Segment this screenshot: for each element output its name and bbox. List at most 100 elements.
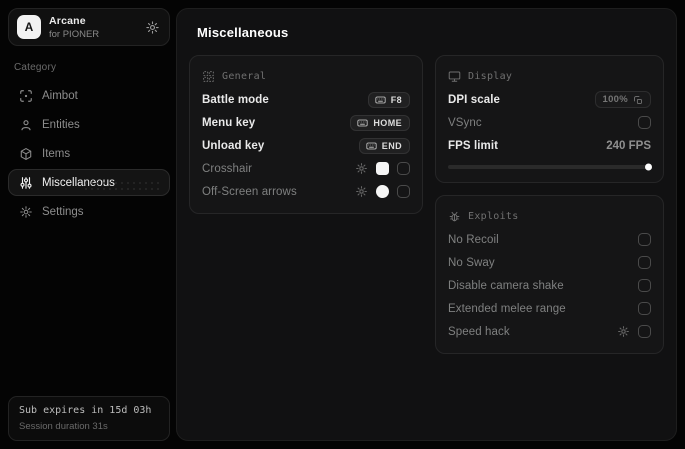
- setting-label: Battle mode: [202, 93, 269, 106]
- scaling-icon: [633, 95, 643, 105]
- display-card-header: Display: [448, 66, 651, 86]
- sidebar-item-label: Items: [42, 147, 71, 160]
- sidebar-item-label: Entities: [42, 118, 80, 131]
- subscription-card: Sub expires in 15d 03h Session duration …: [8, 396, 170, 441]
- fps-limit-slider[interactable]: [448, 162, 652, 172]
- setting-row-disable-camera-shake: Disable camera shake: [448, 274, 651, 297]
- display-card-title: Display: [468, 70, 513, 82]
- keybind-value: HOME: [373, 117, 402, 128]
- setting-row-unload-key: Unload key END: [202, 134, 410, 157]
- gear-icon: [19, 205, 33, 219]
- keybind-badge-unload-key[interactable]: END: [358, 137, 410, 154]
- config-gear-icon[interactable]: [617, 325, 630, 338]
- sidebar-item-label: Miscellaneous: [42, 176, 115, 189]
- setting-label: DPI scale: [448, 93, 501, 106]
- sidebar-item-miscellaneous[interactable]: Miscellaneous: [8, 169, 170, 196]
- setting-label: Menu key: [202, 116, 256, 129]
- left-column: General Battle mode F8 Menu key HOME Unl…: [189, 55, 423, 214]
- app-logo: A: [17, 15, 41, 39]
- gear-icon: [145, 20, 160, 35]
- keybind-badge-battle-mode[interactable]: F8: [367, 91, 410, 108]
- setting-label: No Sway: [448, 256, 495, 269]
- setting-label: Crosshair: [202, 162, 253, 175]
- setting-row-crosshair: Crosshair: [202, 157, 410, 180]
- general-card-title: General: [222, 70, 267, 82]
- keybind-value: END: [381, 140, 402, 151]
- setting-row-extended-melee-range: Extended melee range: [448, 297, 651, 320]
- exploits-card: Exploits No Recoil No Sway Disable camer…: [435, 195, 664, 354]
- speed-hack-checkbox[interactable]: [638, 325, 651, 338]
- category-label: Category: [14, 62, 57, 73]
- sub-expiry-text: Sub expires in 15d 03h: [19, 405, 152, 416]
- sidebar-nav: Aimbot Entities Items Miscellaneous Sett…: [8, 82, 170, 227]
- bug-icon: [448, 210, 461, 223]
- sidebar-item-settings[interactable]: Settings: [8, 198, 170, 225]
- setting-row-dpi-scale: DPI scale 100%: [448, 88, 651, 111]
- app-name: Arcane: [49, 14, 86, 27]
- display-card: Display DPI scale 100% VSync FPS limit 2…: [435, 55, 664, 183]
- row-controls: [617, 325, 651, 338]
- vsync-checkbox[interactable]: [638, 116, 651, 129]
- offscreen-arrows-checkbox[interactable]: [397, 185, 410, 198]
- session-duration-text: Session duration 31s: [19, 421, 108, 432]
- app-header-card: A Arcane for PIONER: [8, 8, 170, 46]
- sidebar-item-aimbot[interactable]: Aimbot: [8, 82, 170, 109]
- setting-row-no-recoil: No Recoil: [448, 228, 651, 251]
- setting-row-fps-limit: FPS limit 240 FPS: [448, 134, 651, 157]
- package-icon: [19, 147, 33, 161]
- slider-track: [448, 163, 652, 171]
- crosshair-icon: [19, 89, 33, 103]
- main-panel: Miscellaneous General Battle mode F8 Men…: [176, 8, 677, 441]
- sidebar-item-items[interactable]: Items: [8, 140, 170, 167]
- color-swatch[interactable]: [376, 185, 389, 198]
- setting-row-battle-mode: Battle mode F8: [202, 88, 410, 111]
- general-card: General Battle mode F8 Menu key HOME Unl…: [189, 55, 423, 214]
- setting-label: Extended melee range: [448, 302, 566, 315]
- keyboard-icon: [366, 142, 377, 150]
- keyboard-icon: [375, 96, 386, 104]
- dpi-value: 100%: [602, 94, 628, 105]
- sidebar: A Arcane for PIONER Category Aimbot Enti…: [8, 8, 170, 441]
- crosshair-checkbox[interactable]: [397, 162, 410, 175]
- sliders-icon: [19, 176, 33, 190]
- app-window: A Arcane for PIONER Category Aimbot Enti…: [0, 0, 685, 449]
- sidebar-item-label: Settings: [42, 205, 84, 218]
- setting-row-speed-hack: Speed hack: [448, 320, 651, 343]
- setting-label: Speed hack: [448, 325, 510, 338]
- header-settings-button[interactable]: [143, 18, 161, 36]
- config-gear-icon[interactable]: [355, 185, 368, 198]
- setting-label: Unload key: [202, 139, 265, 152]
- row-controls: [355, 185, 410, 198]
- sidebar-item-entities[interactable]: Entities: [8, 111, 170, 138]
- color-swatch[interactable]: [376, 162, 389, 175]
- keybind-badge-menu-key[interactable]: HOME: [350, 114, 410, 131]
- setting-label: VSync: [448, 116, 482, 129]
- keybind-value: F8: [390, 94, 402, 105]
- no-sway-checkbox[interactable]: [638, 256, 651, 269]
- right-column: Display DPI scale 100% VSync FPS limit 2…: [435, 55, 664, 354]
- person-icon: [19, 118, 33, 132]
- sidebar-item-label: Aimbot: [42, 89, 78, 102]
- keyboard-icon: [357, 119, 368, 127]
- setting-row-menu-key: Menu key HOME: [202, 111, 410, 134]
- fps-limit-value: 240 FPS: [606, 139, 651, 152]
- extended-melee-range-checkbox[interactable]: [638, 302, 651, 315]
- page-title: Miscellaneous: [197, 25, 289, 40]
- monitor-icon: [448, 70, 461, 83]
- app-titles: Arcane for PIONER: [49, 15, 135, 40]
- content-columns: General Battle mode F8 Menu key HOME Unl…: [189, 55, 664, 354]
- disable-camera-shake-checkbox[interactable]: [638, 279, 651, 292]
- setting-row-no-sway: No Sway: [448, 251, 651, 274]
- row-controls: [355, 162, 410, 175]
- setting-row-vsync: VSync: [448, 111, 651, 134]
- slider-knob[interactable]: [645, 163, 652, 171]
- no-recoil-checkbox[interactable]: [638, 233, 651, 246]
- dpi-scale-badge[interactable]: 100%: [594, 91, 651, 108]
- setting-row-offscreen-arrows: Off-Screen arrows: [202, 180, 410, 203]
- setting-label: FPS limit: [448, 139, 499, 152]
- exploits-card-header: Exploits: [448, 206, 651, 226]
- setting-label: Off-Screen arrows: [202, 185, 297, 198]
- config-gear-icon[interactable]: [355, 162, 368, 175]
- grid-icon: [202, 70, 215, 83]
- setting-label: No Recoil: [448, 233, 499, 246]
